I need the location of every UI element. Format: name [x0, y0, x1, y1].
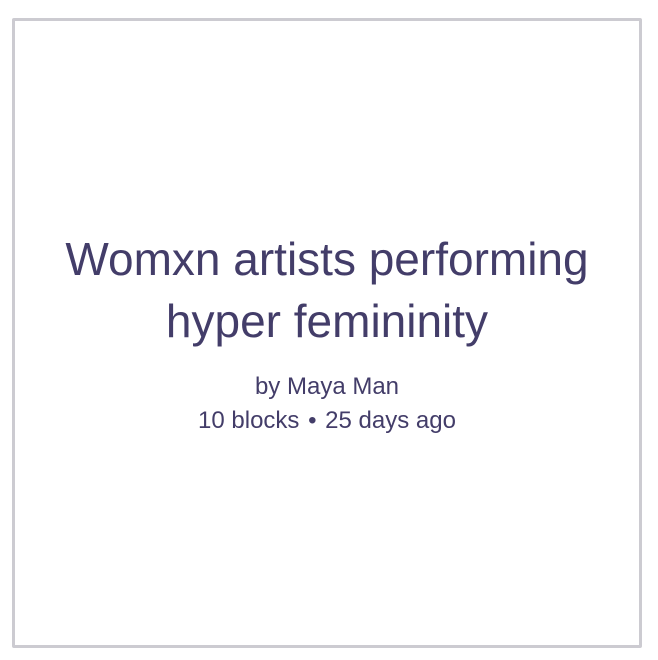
- channel-author: by Maya Man: [198, 370, 456, 404]
- author-prefix: by: [254, 373, 281, 400]
- page-canvas: Womxn artists performing hyper femininit…: [0, 0, 658, 660]
- meta-separator: •: [308, 407, 317, 434]
- channel-title-line-2: hyper femininity: [165, 295, 489, 347]
- channel-title: Womxn artists performing hyper femininit…: [35, 228, 618, 352]
- author-name: Maya Man: [286, 373, 400, 400]
- channel-stats: 10 blocks • 25 days ago: [198, 404, 456, 438]
- channel-meta: by Maya Man 10 blocks • 25 days ago: [198, 370, 456, 438]
- channel-card[interactable]: Womxn artists performing hyper femininit…: [12, 18, 642, 648]
- updated-time: 25 days ago: [325, 407, 456, 434]
- block-count: 10 blocks: [198, 407, 300, 434]
- channel-title-line-1: Womxn artists performing: [65, 233, 589, 285]
